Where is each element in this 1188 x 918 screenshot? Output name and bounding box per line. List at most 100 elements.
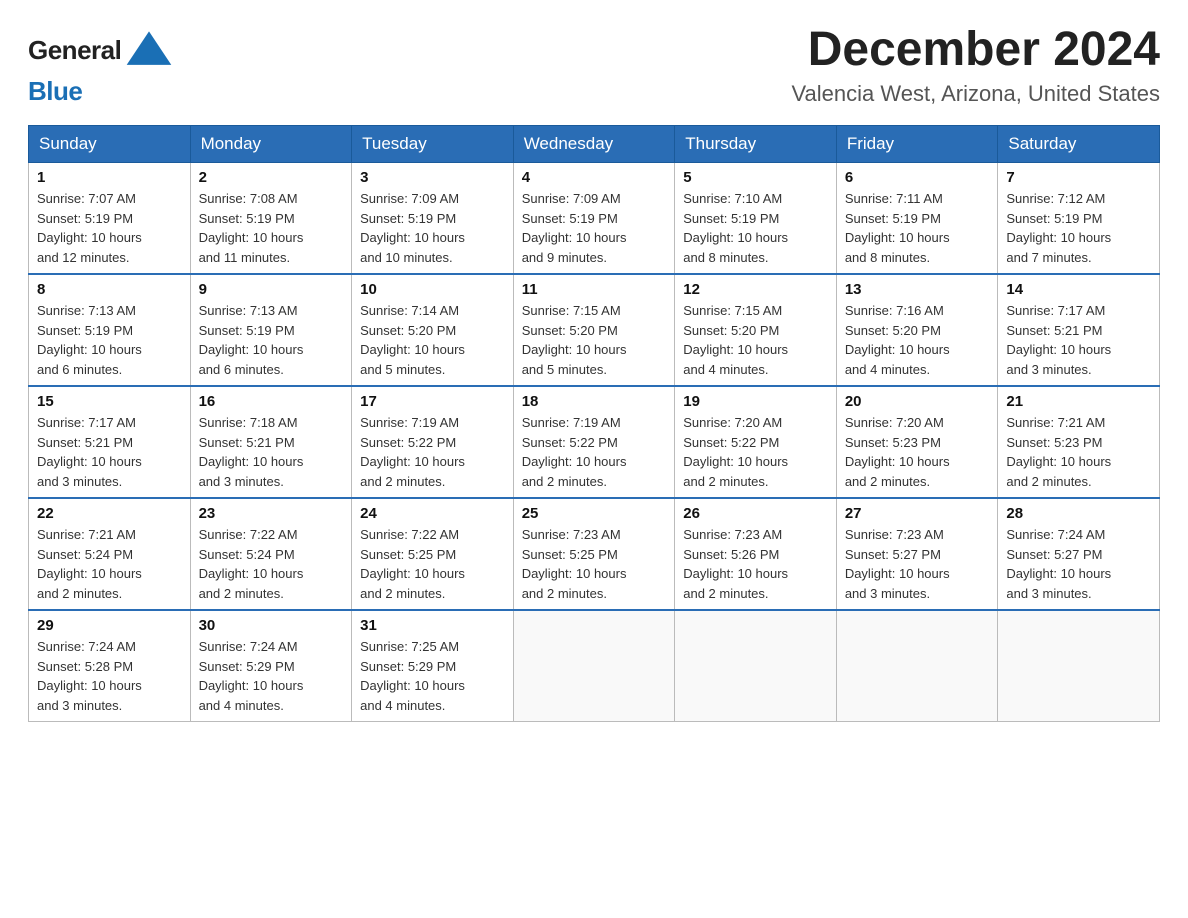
day-number: 27 [845, 505, 990, 522]
calendar-cell: 17 Sunrise: 7:19 AMSunset: 5:22 PMDayligh… [352, 386, 514, 498]
calendar-cell [675, 610, 837, 722]
day-number: 25 [522, 505, 667, 522]
calendar-cell: 30 Sunrise: 7:24 AMSunset: 5:29 PMDayligh… [190, 610, 352, 722]
day-number: 15 [37, 393, 182, 410]
logo-blue-text: Blue [28, 76, 175, 107]
day-info: Sunrise: 7:23 AMSunset: 5:25 PMDaylight:… [522, 525, 667, 603]
calendar-cell: 3Sunrise: 7:09 AMSunset: 5:19 PMDaylight… [352, 163, 514, 275]
calendar-cell: 11Sunrise: 7:15 AMSunset: 5:20 PMDayligh… [513, 274, 675, 386]
day-info: Sunrise: 7:07 AMSunset: 5:19 PMDaylight:… [37, 189, 182, 267]
page-title: December 2024 [792, 24, 1161, 77]
calendar-cell: 28 Sunrise: 7:24 AMSunset: 5:27 PMDayligh… [998, 498, 1160, 610]
calendar-cell [998, 610, 1160, 722]
calendar-cell [513, 610, 675, 722]
logo-triangle-icon [123, 24, 175, 76]
calendar-header-tuesday: Tuesday [352, 126, 514, 163]
day-number: 6 [845, 169, 990, 186]
calendar-cell: 19 Sunrise: 7:20 AMSunset: 5:22 PMDayligh… [675, 386, 837, 498]
day-info: Sunrise: 7:13 AMSunset: 5:19 PMDaylight:… [37, 301, 182, 379]
day-info: Sunrise: 7:15 AMSunset: 5:20 PMDaylight:… [522, 301, 667, 379]
calendar-cell: 13Sunrise: 7:16 AMSunset: 5:20 PMDayligh… [836, 274, 998, 386]
day-number: 21 [1006, 393, 1151, 410]
calendar-cell: 15 Sunrise: 7:17 AMSunset: 5:21 PMDayligh… [29, 386, 191, 498]
day-info: Sunrise: 7:17 AMSunset: 5:21 PMDaylight:… [37, 413, 182, 491]
logo: General Blue [28, 24, 175, 107]
calendar-week-row: 22 Sunrise: 7:21 AMSunset: 5:24 PMDayligh… [29, 498, 1160, 610]
day-number: 14 [1006, 281, 1151, 298]
calendar-cell: 21 Sunrise: 7:21 AMSunset: 5:23 PMDayligh… [998, 386, 1160, 498]
day-info: Sunrise: 7:08 AMSunset: 5:19 PMDaylight:… [199, 189, 344, 267]
calendar-header-row: SundayMondayTuesdayWednesdayThursdayFrid… [29, 126, 1160, 163]
day-number: 9 [199, 281, 344, 298]
day-info: Sunrise: 7:19 AMSunset: 5:22 PMDaylight:… [360, 413, 505, 491]
day-number: 16 [199, 393, 344, 410]
day-info: Sunrise: 7:21 AMSunset: 5:23 PMDaylight:… [1006, 413, 1151, 491]
day-info: Sunrise: 7:09 AMSunset: 5:19 PMDaylight:… [522, 189, 667, 267]
day-info: Sunrise: 7:24 AMSunset: 5:28 PMDaylight:… [37, 637, 182, 715]
calendar-week-row: 8 Sunrise: 7:13 AMSunset: 5:19 PMDaylight… [29, 274, 1160, 386]
day-number: 17 [360, 393, 505, 410]
day-info: Sunrise: 7:14 AMSunset: 5:20 PMDaylight:… [360, 301, 505, 379]
day-number: 13 [845, 281, 990, 298]
day-number: 29 [37, 617, 182, 634]
calendar-cell: 29 Sunrise: 7:24 AMSunset: 5:28 PMDayligh… [29, 610, 191, 722]
calendar-cell: 16 Sunrise: 7:18 AMSunset: 5:21 PMDayligh… [190, 386, 352, 498]
page-header: General Blue December 2024 Valencia West… [28, 24, 1160, 107]
day-number: 18 [522, 393, 667, 410]
day-info: Sunrise: 7:23 AMSunset: 5:27 PMDaylight:… [845, 525, 990, 603]
calendar-cell: 10 Sunrise: 7:14 AMSunset: 5:20 PMDayligh… [352, 274, 514, 386]
day-info: Sunrise: 7:20 AMSunset: 5:22 PMDaylight:… [683, 413, 828, 491]
calendar-cell: 26 Sunrise: 7:23 AMSunset: 5:26 PMDayligh… [675, 498, 837, 610]
day-number: 24 [360, 505, 505, 522]
calendar-cell: 22 Sunrise: 7:21 AMSunset: 5:24 PMDayligh… [29, 498, 191, 610]
calendar-cell [836, 610, 998, 722]
calendar-cell: 27 Sunrise: 7:23 AMSunset: 5:27 PMDayligh… [836, 498, 998, 610]
day-number: 19 [683, 393, 828, 410]
day-number: 7 [1006, 169, 1151, 186]
logo-general-text: General [28, 35, 121, 66]
calendar-cell: 24 Sunrise: 7:22 AMSunset: 5:25 PMDayligh… [352, 498, 514, 610]
day-info: Sunrise: 7:09 AMSunset: 5:19 PMDaylight:… [360, 189, 505, 267]
calendar-cell: 8 Sunrise: 7:13 AMSunset: 5:19 PMDaylight… [29, 274, 191, 386]
day-info: Sunrise: 7:25 AMSunset: 5:29 PMDaylight:… [360, 637, 505, 715]
day-number: 30 [199, 617, 344, 634]
day-info: Sunrise: 7:22 AMSunset: 5:25 PMDaylight:… [360, 525, 505, 603]
page-subtitle: Valencia West, Arizona, United States [792, 81, 1161, 107]
day-info: Sunrise: 7:24 AMSunset: 5:27 PMDaylight:… [1006, 525, 1151, 603]
day-number: 28 [1006, 505, 1151, 522]
day-info: Sunrise: 7:24 AMSunset: 5:29 PMDaylight:… [199, 637, 344, 715]
day-info: Sunrise: 7:12 AMSunset: 5:19 PMDaylight:… [1006, 189, 1151, 267]
calendar-header-sunday: Sunday [29, 126, 191, 163]
day-number: 4 [522, 169, 667, 186]
calendar-week-row: 1Sunrise: 7:07 AMSunset: 5:19 PMDaylight… [29, 163, 1160, 275]
calendar-cell: 14Sunrise: 7:17 AMSunset: 5:21 PMDayligh… [998, 274, 1160, 386]
day-number: 2 [199, 169, 344, 186]
day-number: 22 [37, 505, 182, 522]
day-info: Sunrise: 7:11 AMSunset: 5:19 PMDaylight:… [845, 189, 990, 267]
day-info: Sunrise: 7:18 AMSunset: 5:21 PMDaylight:… [199, 413, 344, 491]
calendar-cell: 4 Sunrise: 7:09 AMSunset: 5:19 PMDaylight… [513, 163, 675, 275]
day-info: Sunrise: 7:21 AMSunset: 5:24 PMDaylight:… [37, 525, 182, 603]
calendar-header-saturday: Saturday [998, 126, 1160, 163]
calendar-table: SundayMondayTuesdayWednesdayThursdayFrid… [28, 125, 1160, 722]
day-number: 8 [37, 281, 182, 298]
calendar-cell: 9Sunrise: 7:13 AMSunset: 5:19 PMDaylight… [190, 274, 352, 386]
day-number: 26 [683, 505, 828, 522]
day-info: Sunrise: 7:22 AMSunset: 5:24 PMDaylight:… [199, 525, 344, 603]
day-number: 31 [360, 617, 505, 634]
calendar-week-row: 29 Sunrise: 7:24 AMSunset: 5:28 PMDayligh… [29, 610, 1160, 722]
day-info: Sunrise: 7:10 AMSunset: 5:19 PMDaylight:… [683, 189, 828, 267]
calendar-header-friday: Friday [836, 126, 998, 163]
calendar-cell: 20Sunrise: 7:20 AMSunset: 5:23 PMDayligh… [836, 386, 998, 498]
title-block: December 2024 Valencia West, Arizona, Un… [792, 24, 1161, 107]
day-number: 12 [683, 281, 828, 298]
day-info: Sunrise: 7:23 AMSunset: 5:26 PMDaylight:… [683, 525, 828, 603]
calendar-cell: 6 Sunrise: 7:11 AMSunset: 5:19 PMDaylight… [836, 163, 998, 275]
day-number: 10 [360, 281, 505, 298]
calendar-header-monday: Monday [190, 126, 352, 163]
day-number: 5 [683, 169, 828, 186]
calendar-header-thursday: Thursday [675, 126, 837, 163]
calendar-week-row: 15 Sunrise: 7:17 AMSunset: 5:21 PMDayligh… [29, 386, 1160, 498]
calendar-cell: 1Sunrise: 7:07 AMSunset: 5:19 PMDaylight… [29, 163, 191, 275]
day-info: Sunrise: 7:15 AMSunset: 5:20 PMDaylight:… [683, 301, 828, 379]
